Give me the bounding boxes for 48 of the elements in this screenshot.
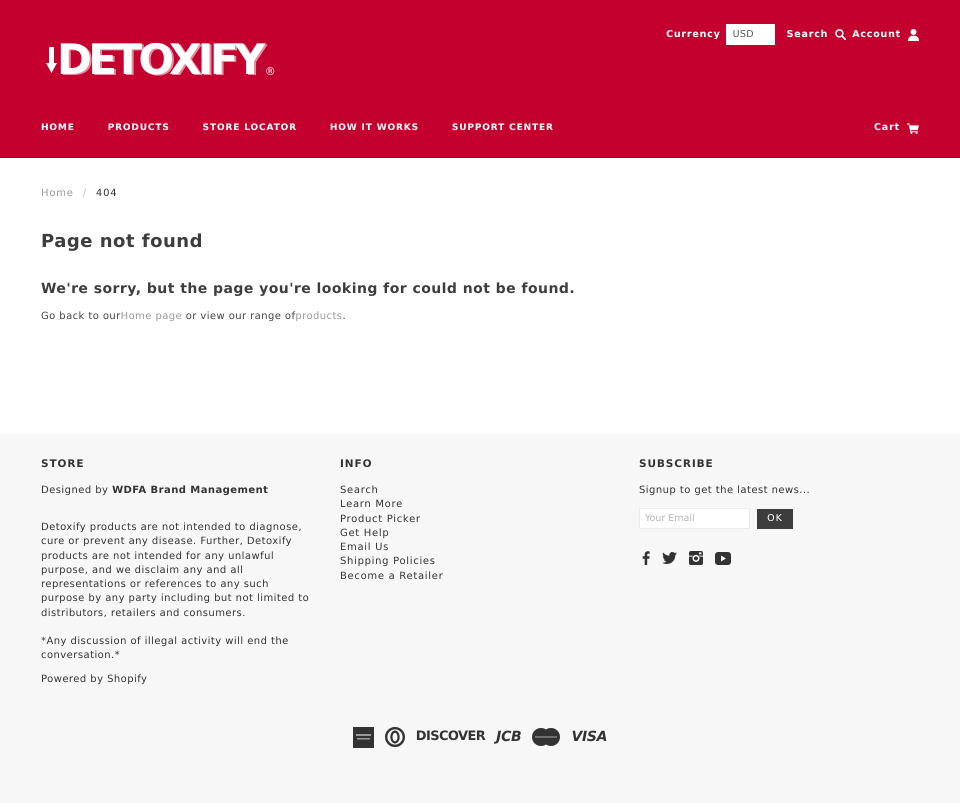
email-field[interactable]: Your Email (639, 508, 750, 529)
twin-circles-icon (532, 728, 560, 746)
youtube-icon[interactable] (715, 552, 731, 564)
nav-link[interactable]: STORE LOCATOR (202, 120, 297, 136)
currency-label: Currency (666, 28, 721, 42)
page-title: Page not found (41, 230, 203, 254)
breadcrumb-separator: / (82, 187, 87, 201)
card-brand-logo: DISCOVER (416, 729, 486, 746)
logo-wordmark[interactable]: DETOXIFY (57, 39, 262, 80)
footer-link[interactable]: Learn More (340, 498, 403, 513)
breadcrumb-current: 404 (96, 187, 118, 201)
card-brand-logo: JCB (496, 729, 522, 746)
disclaimer-text: Detoxify products are not intended to diagnose, cure or prevent any disease. Further, Detoxify products are not intended for any unlawful purpose, and we disclaim any and all representations or references to any such purpose by any party including but not limited to distributors, retailers and consumers. (41, 521, 310, 621)
nav-link[interactable]: HOW IT WORKS (330, 120, 419, 136)
facebook-icon[interactable] (642, 551, 650, 565)
footer-heading: STORE (41, 457, 84, 472)
instagram-icon[interactable] (689, 551, 703, 565)
nav-link[interactable]: SUPPORT CENTER (452, 120, 554, 136)
arrow-icon (45, 46, 57, 72)
cart-link[interactable]: Cart (874, 120, 919, 136)
footer-heading: INFO (340, 457, 372, 472)
footer-link[interactable]: Product Picker (340, 512, 421, 527)
credit-text: Designed by WDFA Brand Management (41, 484, 268, 498)
currency-select[interactable]: USD (726, 24, 775, 45)
registered-mark: ® (264, 65, 276, 78)
card-tile-icon (352, 726, 374, 748)
footer-link[interactable]: Shipping Policies (340, 555, 436, 570)
footer-link[interactable]: Email Us (340, 541, 390, 556)
card-brand-logo: VISA (571, 729, 608, 746)
notice-text: *Any discussion of illegal activity will end the conversation.* (41, 635, 290, 664)
person-icon (908, 28, 919, 40)
ok-button[interactable]: OK (757, 508, 793, 528)
search-icon (835, 29, 846, 40)
powered-by-text: Powered by Shopify (41, 672, 148, 687)
footer-link[interactable]: Become a Retailer (340, 570, 444, 584)
account-link[interactable]: Account (852, 26, 919, 42)
error-message: We're sorry, but the page you're looking for could not be found. (41, 280, 576, 299)
back-links-text: Go back to ourHome page or view our range ofproducts. (41, 310, 346, 324)
nav-link[interactable]: HOME (41, 120, 75, 136)
cart-icon (907, 122, 919, 134)
footer-link[interactable]: Search (340, 484, 379, 498)
footer-link[interactable]: Get Help (340, 526, 390, 542)
footer-heading: SUBSCRIBE (639, 457, 714, 472)
twitter-icon[interactable] (662, 552, 677, 564)
search-link[interactable]: Search (786, 26, 846, 42)
nav-link[interactable]: PRODUCTS (108, 120, 170, 136)
signup-text: Signup to get the latest news... (639, 484, 810, 498)
ring-icon (384, 727, 405, 748)
